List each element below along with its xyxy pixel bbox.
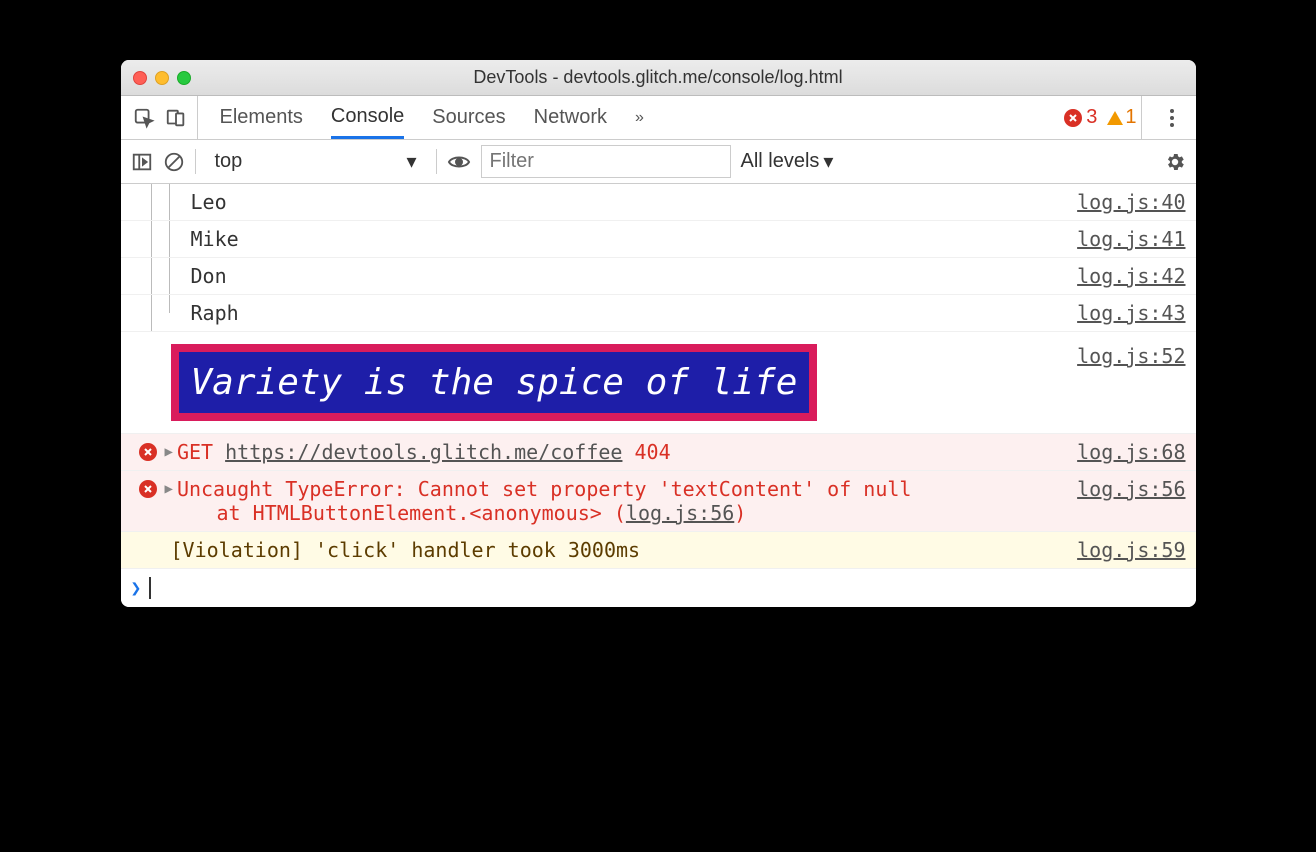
- tab-console[interactable]: Console: [331, 96, 404, 139]
- clear-console-icon[interactable]: [163, 151, 185, 173]
- log-entry[interactable]: Mike log.js:41: [121, 221, 1196, 258]
- console-settings-icon[interactable]: [1164, 151, 1186, 173]
- tab-sources[interactable]: Sources: [432, 96, 505, 139]
- console-prompt[interactable]: ❯: [121, 569, 1196, 607]
- show-console-sidebar-icon[interactable]: [131, 151, 153, 173]
- filter-input[interactable]: [481, 145, 731, 178]
- source-link[interactable]: log.js:42: [1057, 264, 1185, 288]
- tab-network[interactable]: Network: [534, 96, 607, 139]
- log-levels-select[interactable]: All levels ▾: [741, 149, 834, 174]
- error-count-badge[interactable]: 3: [1064, 106, 1097, 129]
- error-icon: [1064, 109, 1082, 127]
- log-entry-error[interactable]: ▶ GET https://devtools.glitch.me/coffee …: [121, 434, 1196, 471]
- tab-elements[interactable]: Elements: [220, 96, 303, 139]
- prompt-arrow-icon: ❯: [131, 578, 142, 599]
- devtools-tabbar: Elements Console Sources Network » 3 1: [121, 96, 1196, 140]
- log-text: Don: [191, 264, 227, 288]
- titlebar: DevTools - devtools.glitch.me/console/lo…: [121, 60, 1196, 96]
- source-link[interactable]: log.js:59: [1057, 538, 1185, 562]
- source-link[interactable]: log.js:40: [1057, 190, 1185, 214]
- log-entry-violation[interactable]: [Violation] 'click' handler took 3000ms …: [121, 532, 1196, 569]
- source-link[interactable]: log.js:43: [1057, 301, 1185, 325]
- text-caret: [149, 577, 151, 599]
- log-text: Leo: [191, 190, 227, 214]
- source-link[interactable]: log.js:68: [1057, 440, 1185, 464]
- devtools-window: DevTools - devtools.glitch.me/console/lo…: [121, 60, 1196, 607]
- console-toolbar: top ▾ All levels ▾: [121, 140, 1196, 184]
- error-method: GET: [177, 440, 213, 464]
- console-output: Leo log.js:40 Mike log.js:41 Don log.js:…: [121, 184, 1196, 607]
- error-icon: [139, 480, 157, 498]
- warning-count-badge[interactable]: 1: [1107, 106, 1136, 129]
- violation-text: [Violation] 'click' handler took 3000ms: [139, 538, 641, 562]
- disclosure-triangle-icon[interactable]: ▶: [165, 444, 173, 460]
- chevron-down-icon: ▾: [406, 149, 416, 174]
- source-link[interactable]: log.js:56: [1057, 477, 1185, 501]
- minimize-window-button[interactable]: [155, 71, 169, 85]
- error-icon: [139, 443, 157, 461]
- styled-log-text: Variety is the spice of life: [171, 344, 818, 421]
- log-entry[interactable]: Don log.js:42: [121, 258, 1196, 295]
- chevron-down-icon: ▾: [823, 149, 833, 174]
- source-link[interactable]: log.js:52: [1057, 344, 1185, 368]
- traffic-lights: [133, 71, 191, 85]
- error-status-code: 404: [635, 440, 671, 464]
- log-entry-styled[interactable]: Variety is the spice of life log.js:52: [121, 332, 1196, 434]
- close-window-button[interactable]: [133, 71, 147, 85]
- log-entry-error[interactable]: ▶ Uncaught TypeError: Cannot set propert…: [121, 471, 1196, 532]
- live-expression-icon[interactable]: [447, 150, 471, 174]
- tabs-overflow-icon[interactable]: »: [635, 109, 644, 127]
- error-message: Uncaught TypeError: Cannot set property …: [177, 477, 912, 501]
- log-text: Raph: [191, 301, 239, 325]
- more-options-button[interactable]: [1160, 109, 1184, 127]
- log-text: Mike: [191, 227, 239, 251]
- window-title: DevTools - devtools.glitch.me/console/lo…: [121, 67, 1196, 88]
- inspect-element-icon[interactable]: [133, 107, 155, 129]
- log-entry[interactable]: Raph log.js:43: [121, 295, 1196, 332]
- error-stack-frame: at HTMLButtonElement.<anonymous> (log.js…: [139, 501, 747, 525]
- device-toolbar-icon[interactable]: [165, 107, 187, 129]
- disclosure-triangle-icon[interactable]: ▶: [165, 481, 173, 497]
- stack-source-link[interactable]: log.js:56: [626, 501, 734, 525]
- maximize-window-button[interactable]: [177, 71, 191, 85]
- source-link[interactable]: log.js:41: [1057, 227, 1185, 251]
- warning-icon: [1107, 111, 1123, 125]
- error-url[interactable]: https://devtools.glitch.me/coffee: [225, 440, 622, 464]
- log-entry[interactable]: Leo log.js:40: [121, 184, 1196, 221]
- execution-context-select[interactable]: top ▾: [206, 146, 426, 177]
